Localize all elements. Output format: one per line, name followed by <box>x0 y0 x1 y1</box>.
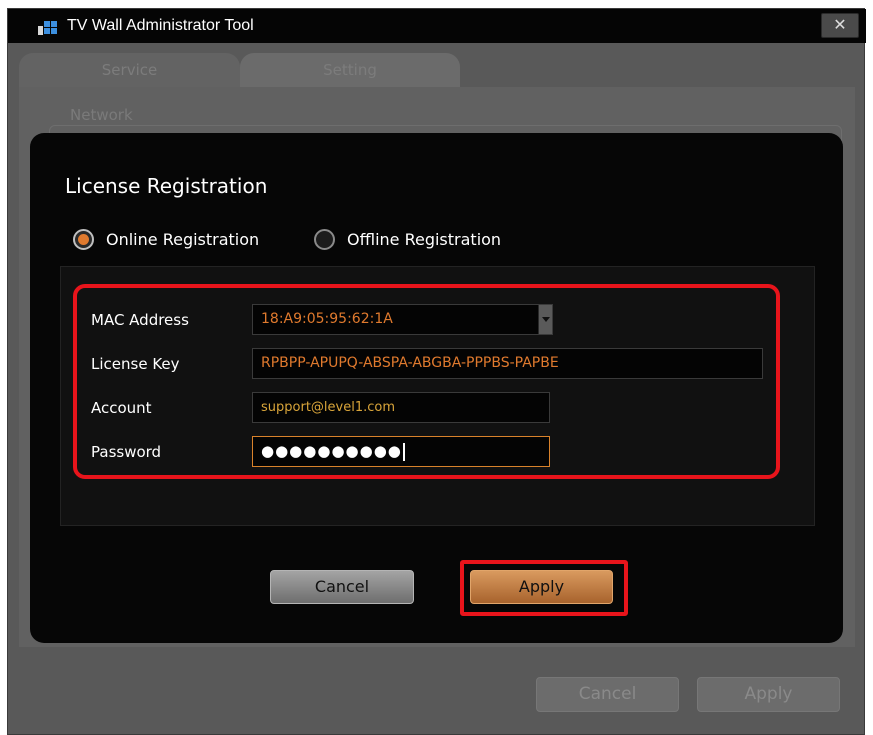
license-registration-dialog: License Registration Online Registration… <box>30 133 843 643</box>
monitor-grid-icon <box>38 21 57 35</box>
tab-service[interactable]: Service <box>19 53 240 87</box>
network-group-label: Network <box>66 106 137 124</box>
radio-unchecked-icon <box>314 228 335 250</box>
title-bar: TV Wall Administrator Tool ✕ <box>8 9 866 43</box>
cancel-button[interactable]: Cancel <box>270 570 414 604</box>
online-registration-label: Online Registration <box>106 229 260 249</box>
dialog-title: License Registration <box>65 174 268 198</box>
close-icon: ✕ <box>833 17 847 34</box>
tab-setting[interactable]: Setting <box>240 53 460 87</box>
window-title: TV Wall Administrator Tool <box>67 17 254 34</box>
online-registration-radio[interactable]: Online Registration <box>73 228 259 250</box>
radio-checked-icon <box>73 228 94 250</box>
offline-registration-radio[interactable]: Offline Registration <box>314 228 501 250</box>
close-button[interactable]: ✕ <box>821 13 859 38</box>
fields-highlight-box <box>73 284 780 479</box>
offline-registration-label: Offline Registration <box>347 229 502 249</box>
background-cancel-button: Cancel <box>536 677 679 712</box>
apply-highlight-box <box>460 560 628 616</box>
background-apply-button: Apply <box>697 677 840 712</box>
